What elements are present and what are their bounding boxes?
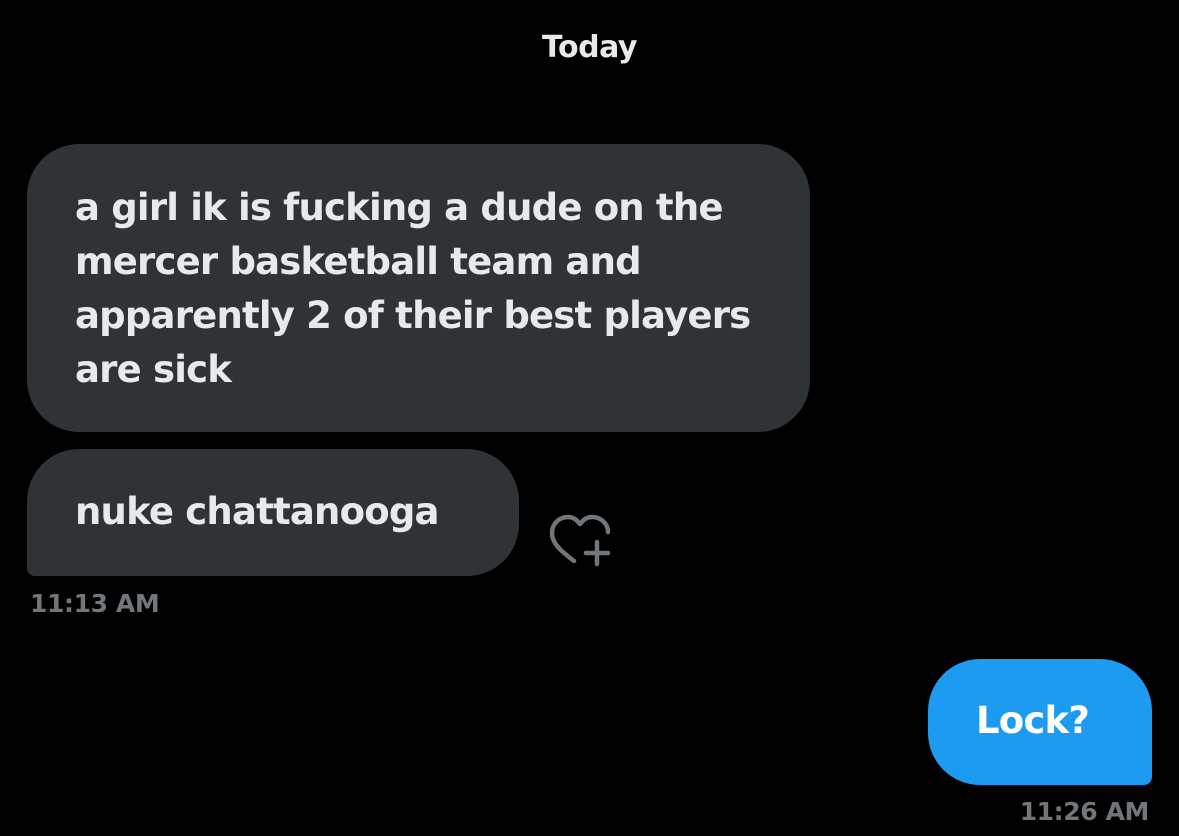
message-text: nuke chattanooga	[75, 490, 439, 533]
message-text: Lock?	[976, 699, 1090, 742]
date-header: Today	[542, 30, 637, 65]
message-bubble-sent[interactable]: Lock?	[928, 659, 1152, 785]
heart-plus-icon	[549, 514, 611, 567]
message-bubble-received[interactable]: nuke chattanooga	[27, 449, 519, 576]
message-text: a girl ik is fucking a dude on the merce…	[75, 186, 751, 391]
message-bubble-received[interactable]: a girl ik is fucking a dude on the merce…	[27, 144, 810, 432]
add-reaction-button[interactable]	[546, 509, 614, 571]
message-timestamp: 11:26 AM	[1019, 797, 1150, 826]
message-timestamp: 11:13 AM	[30, 589, 160, 618]
